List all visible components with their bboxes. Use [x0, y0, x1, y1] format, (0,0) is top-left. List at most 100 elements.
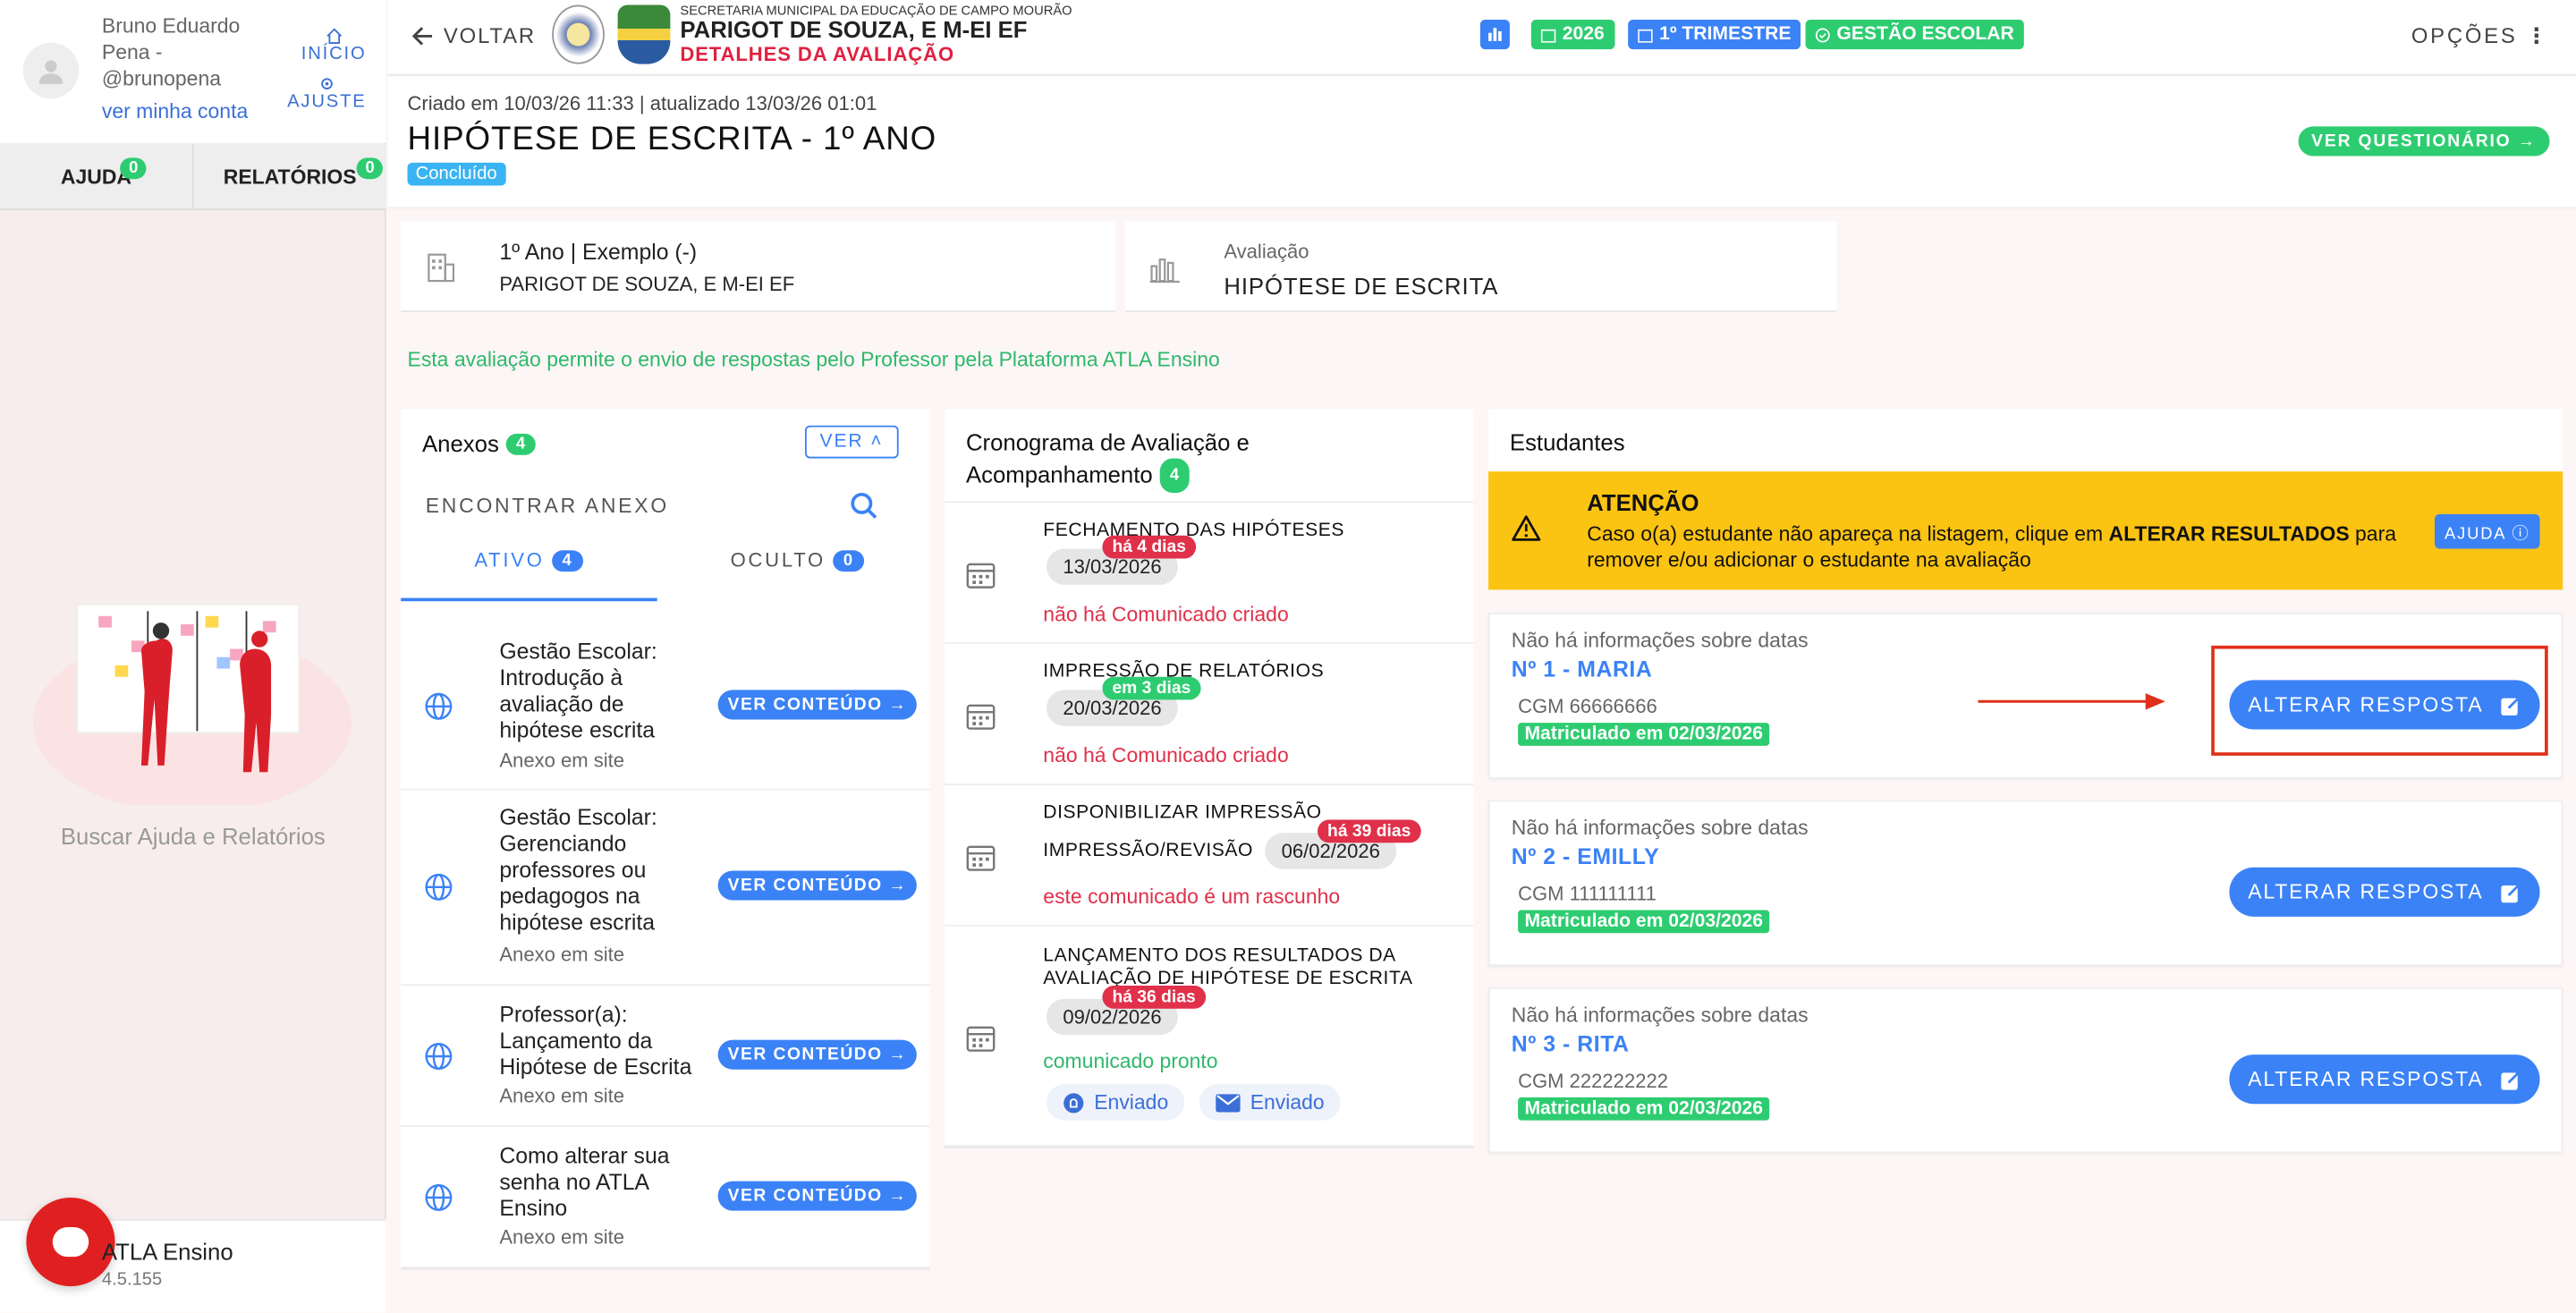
search-icon[interactable]	[850, 491, 879, 521]
globe-icon	[425, 873, 453, 901]
schedule-panel: Cronograma de Avaliação e Acompanhamento…	[945, 409, 1474, 1148]
view-content-button[interactable]: VER CONTEÚDO →	[717, 870, 918, 901]
gear-icon	[321, 78, 333, 89]
calendar-icon	[966, 704, 996, 730]
calendar-icon	[1638, 28, 1653, 42]
nav-home[interactable]: INÍCIO	[301, 28, 367, 64]
sent-app-notification[interactable]: Enviado	[1046, 1084, 1185, 1121]
mgmt-label: GESTÃO ESCOLAR	[1836, 24, 2014, 45]
bell-icon	[1063, 1092, 1084, 1113]
help-search-text[interactable]: Buscar Ajuda e Relatórios	[0, 823, 386, 849]
page-header-title: SECRETARIA MUNICIPAL DA EDUCAÇÃO DE CAMP…	[680, 4, 1072, 66]
tab-help[interactable]: AJUDA 0	[0, 144, 194, 209]
schedule-item: FECHAMENTO DAS HIPÓTESES 13/03/2026 há 4…	[945, 503, 1474, 644]
user-panel: Bruno Eduardo Pena - @brunopena ver minh…	[0, 0, 386, 143]
view-questionnaire-button[interactable]: VER QUESTIONÁRIO →	[2298, 126, 2550, 157]
schedule-item: LANÇAMENTO DOS RESULTADOS DA AVALIAÇÃO D…	[945, 927, 1474, 1148]
alert-text-part: Caso o(a) estudante não apareça na lista…	[1587, 522, 2109, 546]
tab-active-label: ATIVO	[474, 548, 545, 572]
attachment-title: Como alterar sua senha no ATLA Ensino	[499, 1143, 670, 1221]
schedule-item: IMPRESSÃO DE RELATÓRIOS 20/03/2026 em 3 …	[945, 644, 1474, 785]
mgmt-chip[interactable]: GESTÃO ESCOLAR	[1805, 20, 2024, 50]
schedule-relative-badge: há 39 dias	[1318, 819, 1421, 843]
evaluation-info: Avaliação HIPÓTESE DE ESCRITA	[1125, 221, 1837, 312]
help-circle-icon: ⓘ	[2512, 525, 2530, 544]
account-link[interactable]: ver minha conta	[102, 100, 248, 123]
alert-text: Caso o(a) estudante não apareça na lista…	[1587, 521, 2425, 573]
evaluation-header: Criado em 10/03/26 11:33 | atualizado 13…	[387, 77, 2576, 209]
calendar-icon	[966, 563, 996, 589]
change-answer-button[interactable]: ALTERAR RESPOSTA	[2229, 867, 2540, 917]
student-name[interactable]: Nº 2 - EMILLY	[1512, 844, 1660, 869]
calendar-icon	[966, 845, 996, 871]
alert-text-bold: ALTERAR RESULTADOS	[2108, 522, 2350, 546]
schedule-status: não há Comunicado criado	[1043, 744, 1289, 767]
view-content-button[interactable]: VER CONTEÚDO →	[717, 1039, 918, 1070]
warning-icon	[1512, 515, 1541, 541]
term-chip[interactable]: 1º TRIMESTRE	[1628, 20, 1801, 50]
created-meta: Criado em 10/03/26 11:33 | atualizado 13…	[407, 91, 877, 115]
schedule-status: este comunicado é um rascunho	[1043, 885, 1341, 909]
view-content-button[interactable]: VER CONTEÚDO →	[717, 690, 918, 720]
city-crest-logo	[617, 4, 671, 64]
user-name: Bruno Eduardo Pena - @brunopena	[101, 14, 241, 91]
bar-chart-icon	[1149, 258, 1180, 284]
change-answer-button[interactable]: ALTERAR RESPOSTA	[2229, 1055, 2540, 1105]
change-answer-label: ALTERAR RESPOSTA	[2248, 1067, 2484, 1091]
view-content-label: VER CONTEÚDO	[727, 1186, 883, 1207]
schedule-item-title: IMPRESSÃO DE RELATÓRIOS	[1043, 662, 1325, 682]
nav-settings[interactable]: AJUSTE	[287, 75, 367, 112]
attachments-count: 4	[505, 434, 536, 456]
avatar[interactable]	[22, 42, 80, 99]
app-footer: ATLA Ensino 4.5.155	[0, 1197, 386, 1313]
tab-active[interactable]: ATIVO 4	[401, 540, 657, 602]
tab-hidden[interactable]: OCULTO 0	[665, 540, 930, 601]
sidebar: Bruno Eduardo Pena - @brunopena ver minh…	[0, 0, 386, 1313]
help-illustration	[32, 603, 352, 805]
tab-reports-count: 0	[357, 157, 383, 180]
tab-reports[interactable]: RELATÓRIOS 0	[194, 145, 386, 209]
schedule-relative-badge: em 3 dias	[1102, 676, 1201, 700]
options-label: OPÇÕES	[2411, 22, 2518, 48]
attachment-search-input[interactable]: ENCONTRAR ANEXO	[426, 495, 669, 518]
class-info: 1º Ano | Exemplo (-) PARIGOT DE SOUZA, E…	[401, 221, 1116, 312]
attention-alert: ATENÇÃO Caso o(a) estudante não apareça …	[1488, 471, 2563, 590]
tab-reports-label: RELATÓRIOS	[223, 165, 357, 189]
student-name[interactable]: Nº 1 - MARIA	[1512, 657, 1653, 682]
view-content-button[interactable]: VER CONTEÚDO →	[717, 1181, 918, 1211]
chart-chip[interactable]	[1479, 20, 1510, 50]
status-badge: Concluído	[407, 162, 505, 186]
schedule-count: 4	[1159, 458, 1190, 494]
student-card: Não há informações sobre datas Nº 2 - EM…	[1488, 800, 2563, 966]
sent-email-notification[interactable]: Enviado	[1199, 1084, 1342, 1121]
student-card: Não há informações sobre datas Nº 3 - RI…	[1488, 987, 2563, 1154]
schedule-status: comunicado pronto	[1043, 1049, 1218, 1073]
schedule-title-text: Cronograma de Avaliação e Acompanhamento	[965, 428, 1250, 488]
calendar-icon	[1540, 28, 1556, 42]
student-name[interactable]: Nº 3 - RITA	[1512, 1031, 1630, 1056]
schedule-title: Cronograma de Avaliação e Acompanhamento…	[965, 428, 1294, 494]
attachment-type: Anexo em site	[499, 749, 625, 773]
attachments-title: Anexos 4	[422, 430, 536, 460]
attachment-type: Anexo em site	[499, 1225, 625, 1249]
enrollment-badge: Matriculado em 02/03/2026	[1518, 1097, 1770, 1121]
sent-label: Enviado	[1094, 1090, 1169, 1114]
attachment-item: Professor(a): Lançamento da Hipótese de …	[401, 986, 930, 1127]
alert-title: ATENÇÃO	[1587, 489, 1699, 516]
school-name: PARIGOT DE SOUZA, E M-EI EF	[680, 16, 1028, 43]
schedule-item-title: LANÇAMENTO DOS RESULTADOS DA AVALIAÇÃO D…	[1043, 945, 1413, 989]
bar-chart-icon	[1488, 28, 1502, 41]
arrow-right-annotation-icon	[1978, 693, 2165, 710]
attachment-title: Gestão Escolar: Gerenciando professores …	[499, 804, 657, 936]
toggle-attachments-button[interactable]: VER ˄	[804, 425, 898, 459]
alert-help-button[interactable]: AJUDA ⓘ	[2434, 513, 2540, 549]
class-name: 1º Ano | Exemplo (-)	[499, 240, 698, 265]
tab-hidden-label: OCULTO	[730, 548, 826, 572]
students-header: Estudantes	[1488, 409, 2563, 472]
year-chip[interactable]: 2026	[1530, 20, 1614, 50]
back-label: VOLTAR	[443, 22, 536, 48]
back-button[interactable]: VOLTAR	[411, 22, 536, 48]
options-menu[interactable]: OPÇÕES ⋮	[2411, 23, 2550, 49]
section-name: DETALHES DA AVALIAÇÃO	[680, 42, 955, 66]
app-version: 4.5.155	[101, 1269, 163, 1290]
